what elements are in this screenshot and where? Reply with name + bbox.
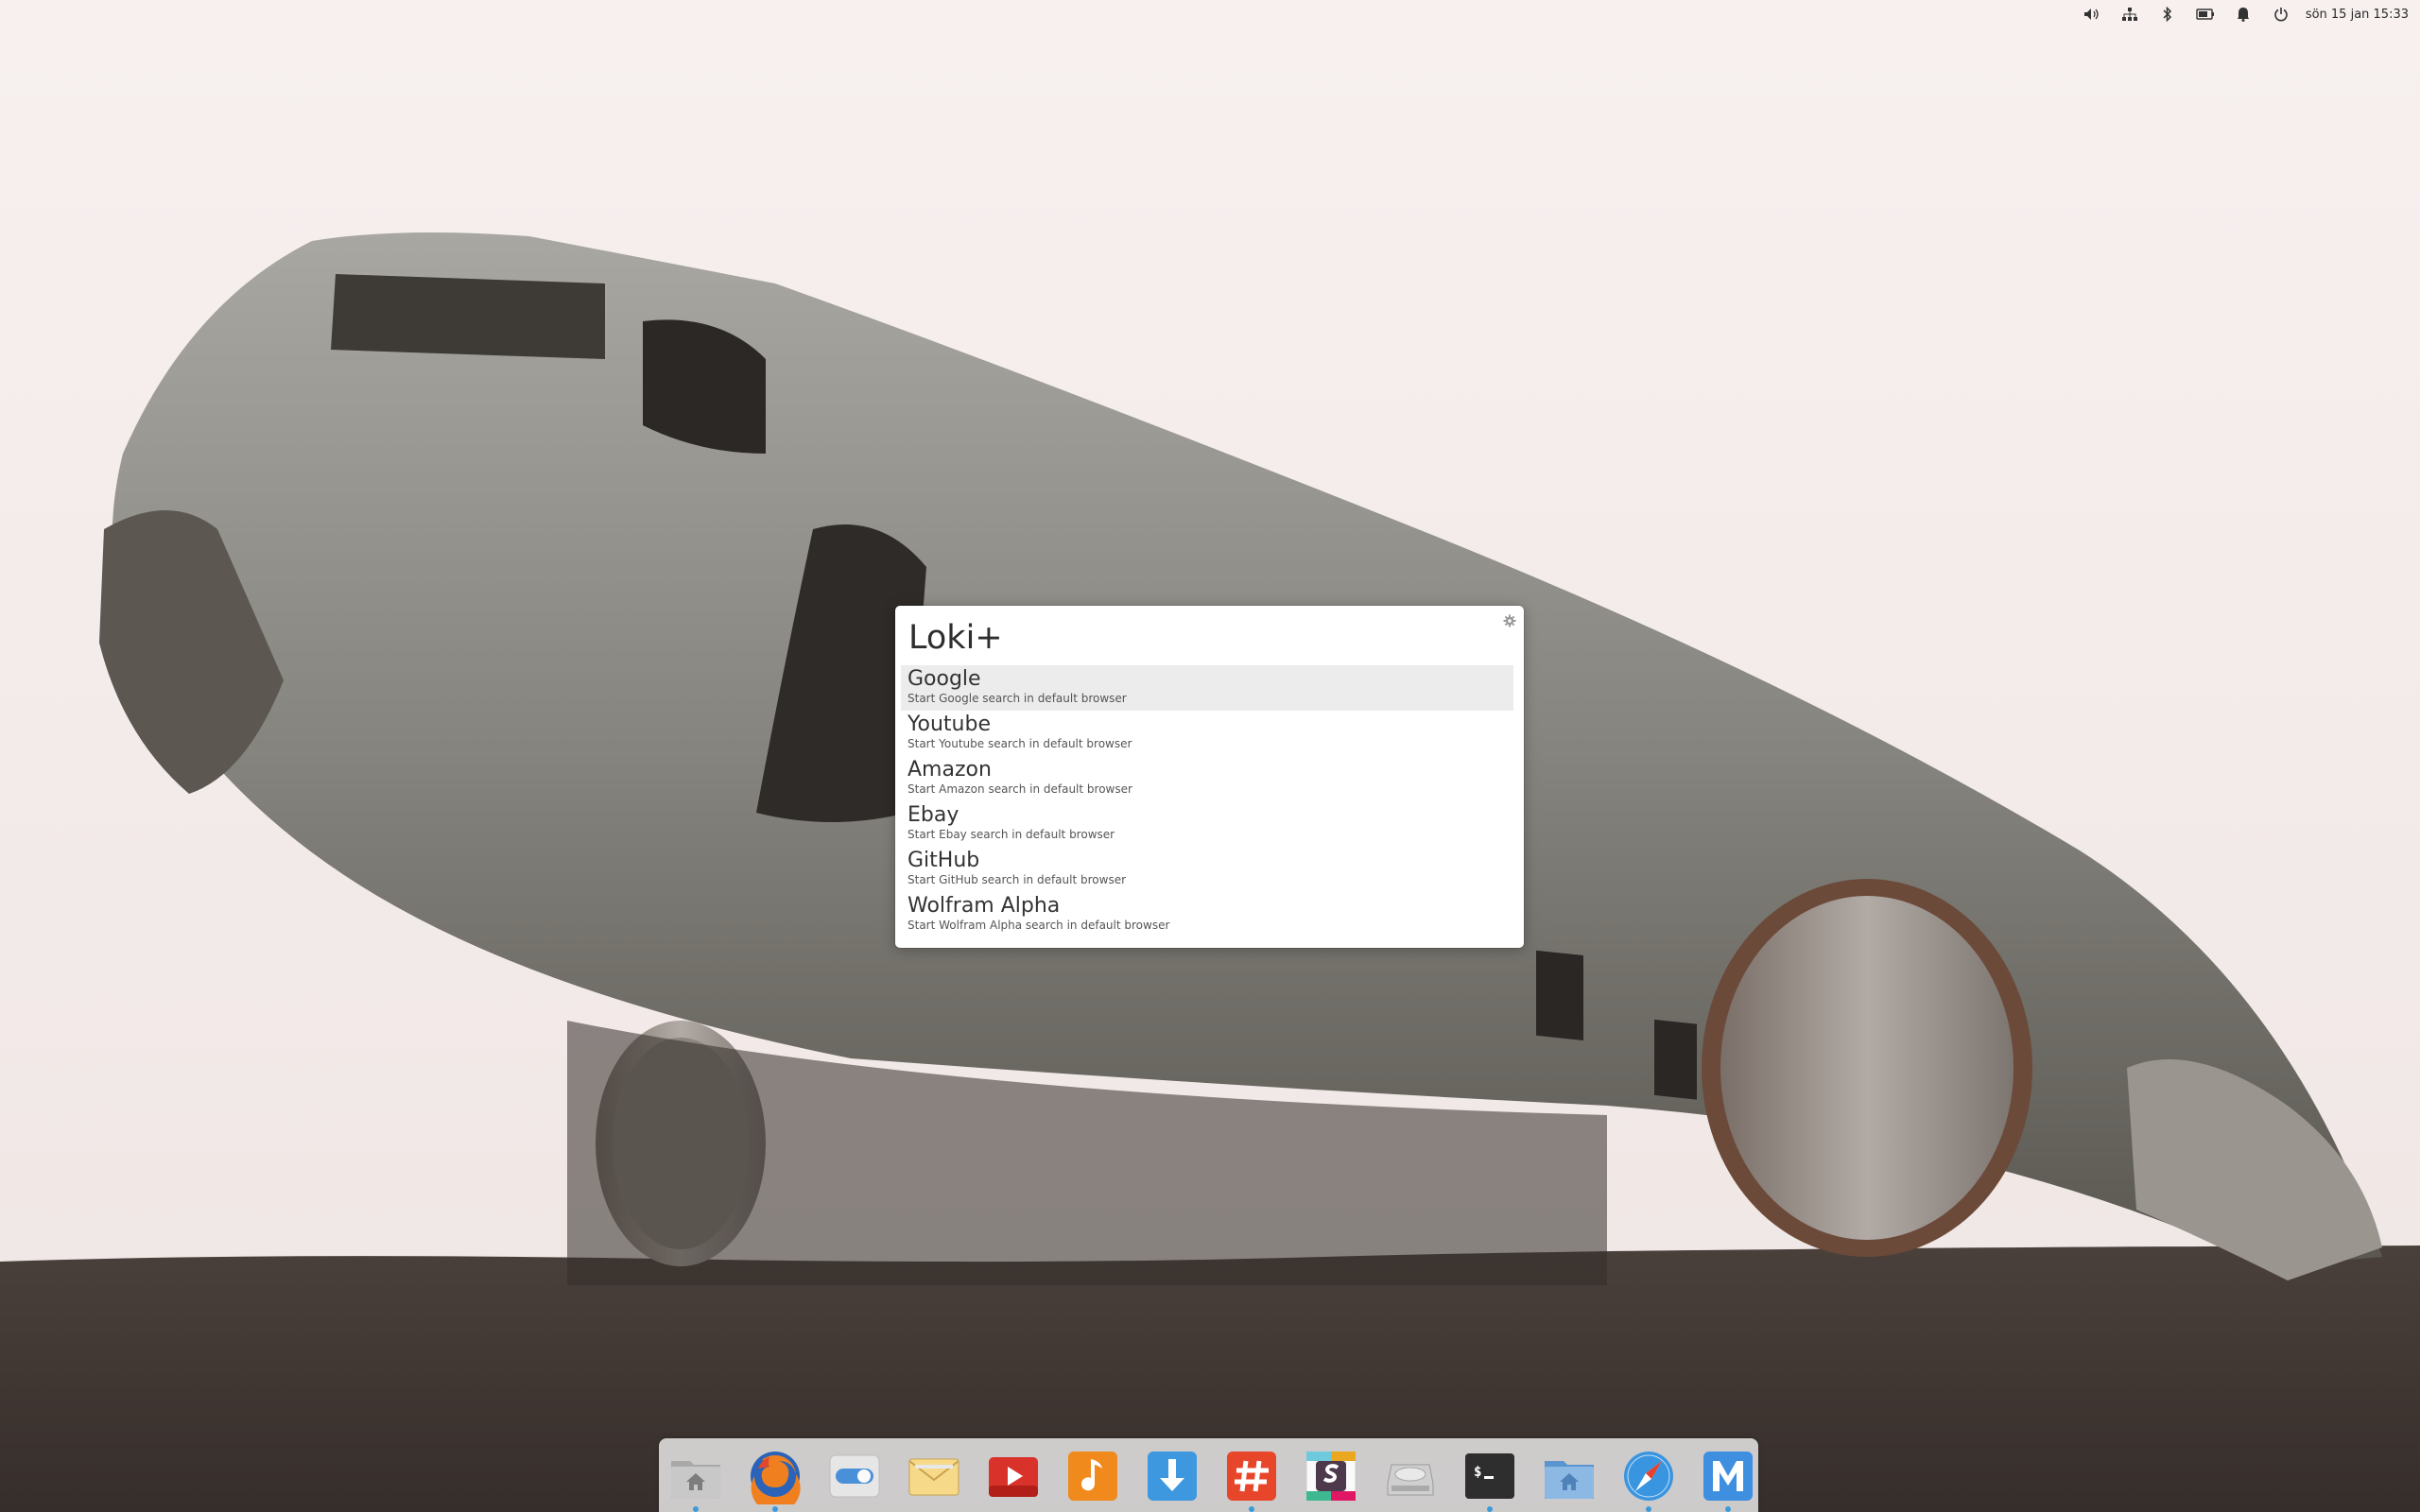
dock-item-mail-client[interactable] <box>1700 1448 1756 1512</box>
result-description: Start Google search in default browser <box>908 692 1127 705</box>
launcher-search-popover: Google Start Google search in default br… <box>895 606 1524 948</box>
svg-text:$: $ <box>1474 1465 1481 1480</box>
mail-icon <box>908 1458 959 1496</box>
gear-icon[interactable] <box>1503 613 1516 627</box>
network-icon[interactable] <box>2111 0 2149 28</box>
home-folder-icon <box>671 1461 720 1499</box>
result-description: Start Amazon search in default browser <box>908 782 1132 796</box>
result-github[interactable]: GitHub Start GitHub search in default br… <box>901 847 1513 892</box>
bluetooth-icon[interactable] <box>2149 0 2187 28</box>
dock-item-videos[interactable] <box>985 1448 1042 1504</box>
volume-icon[interactable] <box>2073 0 2111 28</box>
search-input[interactable] <box>908 615 1457 661</box>
dock-item-system-settings[interactable] <box>826 1448 883 1504</box>
dock-item-disk[interactable] <box>1382 1448 1439 1504</box>
datetime-indicator[interactable]: sön 15 jan 15:33 <box>2300 0 2414 28</box>
result-description: Start Ebay search in default browser <box>908 828 1115 841</box>
result-title: Amazon <box>908 758 992 782</box>
result-youtube[interactable]: Youtube Start Youtube search in default … <box>901 711 1513 756</box>
dock-item-appcenter[interactable] <box>1144 1448 1201 1504</box>
power-icon[interactable] <box>2262 0 2300 28</box>
result-ebay[interactable]: Ebay Start Ebay search in default browse… <box>901 801 1513 847</box>
system-settings-icon <box>829 1454 880 1498</box>
home-folder-icon <box>1545 1461 1594 1499</box>
result-title: GitHub <box>908 849 980 872</box>
result-title: Ebay <box>908 803 959 827</box>
result-wolfram-alpha[interactable]: Wolfram Alpha Start Wolfram Alpha search… <box>901 892 1513 937</box>
dock-item-terminal[interactable]: $ <box>1461 1448 1518 1512</box>
result-title: Google <box>908 667 981 691</box>
appcenter-icon <box>1148 1452 1197 1501</box>
dock-item-files[interactable] <box>667 1448 724 1512</box>
top-panel: sön 15 jan 15:33 <box>0 0 2420 28</box>
slack-icon <box>1305 1451 1357 1502</box>
running-indicator <box>1249 1506 1254 1512</box>
music-icon <box>1068 1452 1117 1501</box>
search-results-list: Google Start Google search in default br… <box>895 665 1524 937</box>
dock-item-home-folder[interactable] <box>1541 1448 1598 1504</box>
videos-icon <box>989 1457 1038 1497</box>
result-description: Start Wolfram Alpha search in default br… <box>908 919 1170 932</box>
dock-item-mail[interactable] <box>906 1448 962 1504</box>
dock-item-firefox[interactable] <box>747 1448 804 1512</box>
running-indicator <box>693 1506 699 1512</box>
result-title: Youtube <box>908 713 991 736</box>
result-description: Start GitHub search in default browser <box>908 873 1127 886</box>
running-indicator <box>1487 1506 1493 1512</box>
battery-icon[interactable] <box>2187 0 2224 28</box>
running-indicator <box>772 1506 778 1512</box>
result-description: Start Youtube search in default browser <box>908 737 1132 750</box>
running-indicator <box>1725 1506 1731 1512</box>
terminal-icon: $ <box>1465 1453 1514 1499</box>
notifications-icon[interactable] <box>2224 0 2262 28</box>
dock-item-web-browser[interactable] <box>1620 1448 1677 1512</box>
disk-drive-icon <box>1387 1464 1434 1496</box>
dock: $ <box>659 1438 1758 1512</box>
result-title: Wolfram Alpha <box>908 894 1061 918</box>
mail-m-icon <box>1703 1452 1753 1501</box>
indicator-area: sön 15 jan 15:33 <box>2073 0 2414 28</box>
compass-browser-icon <box>1624 1452 1673 1501</box>
hashtag-app-icon <box>1227 1452 1276 1501</box>
dock-item-slack[interactable] <box>1303 1448 1359 1504</box>
firefox-icon <box>751 1452 801 1504</box>
dock-item-hashtag-app[interactable] <box>1223 1448 1280 1512</box>
dock-item-music[interactable] <box>1064 1448 1121 1504</box>
result-google[interactable]: Google Start Google search in default br… <box>901 665 1513 711</box>
running-indicator <box>1646 1506 1651 1512</box>
result-amazon[interactable]: Amazon Start Amazon search in default br… <box>901 756 1513 801</box>
